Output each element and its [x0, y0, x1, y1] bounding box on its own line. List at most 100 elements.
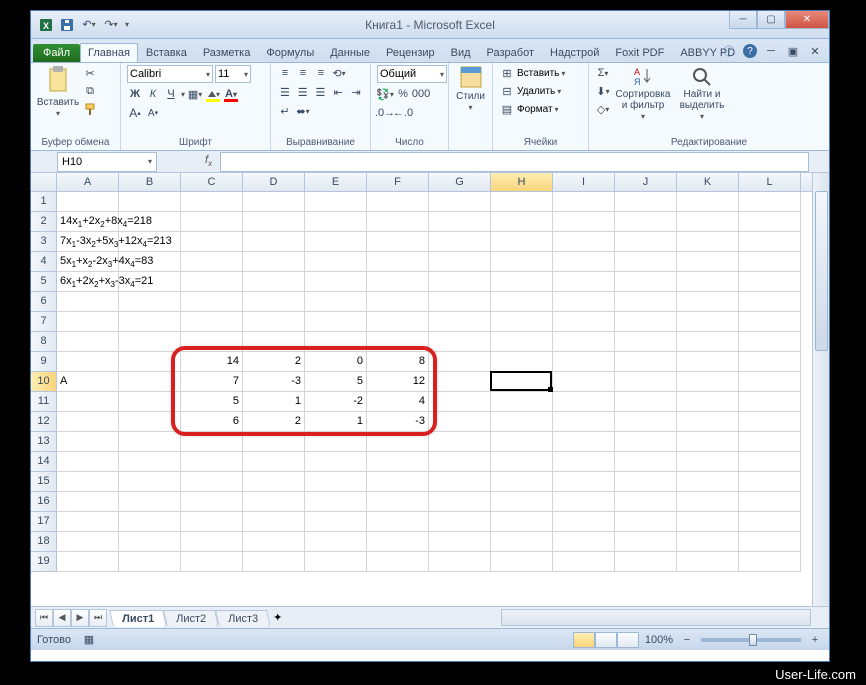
- cell-J1[interactable]: [615, 192, 677, 212]
- cell-G16[interactable]: [429, 492, 491, 512]
- cell-I10[interactable]: [553, 372, 615, 392]
- cell-C13[interactable]: [181, 432, 243, 452]
- cell-A17[interactable]: [57, 512, 119, 532]
- sheet-nav-prev-icon[interactable]: ◀: [53, 609, 71, 627]
- formula-input[interactable]: [220, 152, 809, 172]
- cell-L16[interactable]: [739, 492, 801, 512]
- cell-G5[interactable]: [429, 272, 491, 292]
- tab-надстрой[interactable]: Надстрой: [542, 43, 607, 62]
- cell-C14[interactable]: [181, 452, 243, 472]
- cell-I5[interactable]: [553, 272, 615, 292]
- cell-B19[interactable]: [119, 552, 181, 572]
- cell-I14[interactable]: [553, 452, 615, 472]
- cell-G14[interactable]: [429, 452, 491, 472]
- close-button[interactable]: ✕: [785, 11, 829, 29]
- cell-D9[interactable]: 2: [243, 352, 305, 372]
- cell-C11[interactable]: 5: [181, 392, 243, 412]
- cell-L2[interactable]: [739, 212, 801, 232]
- cell-G12[interactable]: [429, 412, 491, 432]
- qat-customize-icon[interactable]: ▾: [125, 20, 129, 29]
- row-header[interactable]: 12: [31, 412, 57, 432]
- cell-I18[interactable]: [553, 532, 615, 552]
- cell-F4[interactable]: [367, 252, 429, 272]
- cell-J12[interactable]: [615, 412, 677, 432]
- row-header[interactable]: 14: [31, 452, 57, 472]
- row-header[interactable]: 5: [31, 272, 57, 292]
- minimize-button[interactable]: ─: [729, 11, 757, 29]
- cell-H12[interactable]: [491, 412, 553, 432]
- cell-F11[interactable]: 4: [367, 392, 429, 412]
- cell-I13[interactable]: [553, 432, 615, 452]
- fill-color-button[interactable]: ▾: [205, 86, 221, 102]
- cell-A12[interactable]: [57, 412, 119, 432]
- tab-главная[interactable]: Главная: [80, 43, 138, 62]
- wrap-text-icon[interactable]: ↵: [277, 103, 293, 119]
- cell-D3[interactable]: [243, 232, 305, 252]
- increase-indent-icon[interactable]: ⇥: [348, 84, 364, 100]
- col-header-C[interactable]: C: [181, 173, 243, 191]
- cell-K11[interactable]: [677, 392, 739, 412]
- cell-A18[interactable]: [57, 532, 119, 552]
- cell-E8[interactable]: [305, 332, 367, 352]
- cell-G8[interactable]: [429, 332, 491, 352]
- cell-H18[interactable]: [491, 532, 553, 552]
- shrink-font-icon[interactable]: A▾: [145, 105, 161, 121]
- cell-B1[interactable]: [119, 192, 181, 212]
- tab-данные[interactable]: Данные: [322, 43, 378, 62]
- row-header[interactable]: 8: [31, 332, 57, 352]
- fx-icon[interactable]: fx: [205, 154, 212, 168]
- cell-E4[interactable]: [305, 252, 367, 272]
- cell-C19[interactable]: [181, 552, 243, 572]
- align-right-icon[interactable]: ☰: [313, 84, 329, 100]
- cell-L10[interactable]: [739, 372, 801, 392]
- cell-E7[interactable]: [305, 312, 367, 332]
- row-header[interactable]: 17: [31, 512, 57, 532]
- row-header[interactable]: 6: [31, 292, 57, 312]
- cell-B9[interactable]: [119, 352, 181, 372]
- cell-A16[interactable]: [57, 492, 119, 512]
- cell-B10[interactable]: [119, 372, 181, 392]
- cell-L9[interactable]: [739, 352, 801, 372]
- cell-A6[interactable]: [57, 292, 119, 312]
- cell-B12[interactable]: [119, 412, 181, 432]
- cell-I1[interactable]: [553, 192, 615, 212]
- bold-button[interactable]: Ж: [127, 86, 143, 102]
- cell-E15[interactable]: [305, 472, 367, 492]
- zoom-out-button[interactable]: −: [679, 632, 695, 648]
- cell-H19[interactable]: [491, 552, 553, 572]
- cell-A4[interactable]: 5x1+x2-2x3+4x4=83: [57, 252, 119, 272]
- cell-H17[interactable]: [491, 512, 553, 532]
- cell-C9[interactable]: 14: [181, 352, 243, 372]
- cell-I4[interactable]: [553, 252, 615, 272]
- row-header[interactable]: 3: [31, 232, 57, 252]
- cell-K6[interactable]: [677, 292, 739, 312]
- cell-C10[interactable]: 7: [181, 372, 243, 392]
- format-cells-button[interactable]: ▤Формат▾: [499, 101, 582, 117]
- cell-B15[interactable]: [119, 472, 181, 492]
- col-header-K[interactable]: K: [677, 173, 739, 191]
- cell-A15[interactable]: [57, 472, 119, 492]
- cell-K14[interactable]: [677, 452, 739, 472]
- cell-D13[interactable]: [243, 432, 305, 452]
- cell-D5[interactable]: [243, 272, 305, 292]
- cell-K4[interactable]: [677, 252, 739, 272]
- doc-minimize-icon[interactable]: ─: [763, 43, 779, 59]
- cell-E17[interactable]: [305, 512, 367, 532]
- cell-A14[interactable]: [57, 452, 119, 472]
- cell-A10[interactable]: A: [57, 372, 119, 392]
- cell-H8[interactable]: [491, 332, 553, 352]
- doc-close-icon[interactable]: ✕: [807, 43, 823, 59]
- cell-D15[interactable]: [243, 472, 305, 492]
- cell-L8[interactable]: [739, 332, 801, 352]
- cell-D4[interactable]: [243, 252, 305, 272]
- cell-G18[interactable]: [429, 532, 491, 552]
- normal-view-button[interactable]: [573, 632, 595, 648]
- col-header-A[interactable]: A: [57, 173, 119, 191]
- fill-icon[interactable]: ⬇▾: [595, 83, 611, 99]
- row-header[interactable]: 9: [31, 352, 57, 372]
- cell-K12[interactable]: [677, 412, 739, 432]
- macro-record-icon[interactable]: ▦: [81, 632, 97, 648]
- cell-F6[interactable]: [367, 292, 429, 312]
- cell-D11[interactable]: 1: [243, 392, 305, 412]
- col-header-H[interactable]: H: [491, 173, 553, 191]
